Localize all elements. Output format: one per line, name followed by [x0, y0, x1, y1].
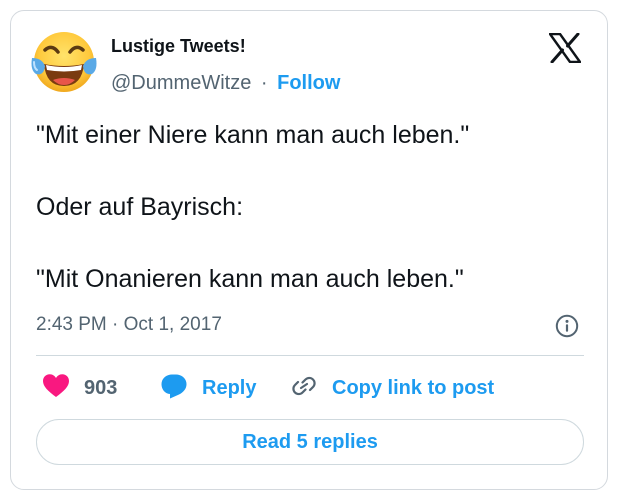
timestamp-separator: ·	[112, 314, 119, 335]
copy-link-label: Copy link to post	[332, 377, 495, 399]
author-handle[interactable]: @DummeWitze	[111, 72, 251, 94]
like-button[interactable]: 903	[42, 373, 118, 404]
read-replies-label: Read 5 replies	[242, 430, 378, 453]
x-logo-icon[interactable]	[548, 32, 582, 64]
handle-separator: ·	[260, 72, 268, 94]
link-icon	[290, 373, 318, 404]
tweet-timestamp[interactable]: 2:43 PM · Oct 1, 2017	[36, 313, 222, 337]
reply-bubble-icon	[160, 373, 188, 404]
tweet-date: Oct 1, 2017	[123, 314, 222, 335]
avatar[interactable]	[28, 24, 100, 96]
author-name[interactable]: Lustige Tweets!	[111, 35, 246, 57]
copy-link-button[interactable]: Copy link to post	[290, 374, 494, 402]
divider	[36, 355, 584, 356]
author-handle-row: @DummeWitze · Follow	[111, 71, 340, 95]
info-icon[interactable]	[555, 314, 579, 338]
tweet-text: "Mit einer Niere kann man auch leben." O…	[36, 117, 586, 297]
tweet-line: Oder auf Bayrisch:	[36, 193, 244, 221]
face-with-tears-of-joy-icon	[31, 32, 97, 92]
tweet-time: 2:43 PM	[36, 314, 107, 335]
follow-button[interactable]: Follow	[277, 72, 340, 94]
tweet-line: "Mit einer Niere kann man auch leben."	[36, 121, 470, 149]
reply-button[interactable]: Reply	[160, 374, 256, 402]
like-count: 903	[84, 377, 118, 399]
reply-label: Reply	[202, 377, 257, 399]
read-replies-button[interactable]: Read 5 replies	[36, 419, 584, 465]
action-bar: 903 Reply Copy link to post	[36, 373, 584, 404]
heart-icon	[42, 373, 70, 404]
tweet-line: "Mit Onanieren kann man auch leben."	[36, 265, 464, 293]
